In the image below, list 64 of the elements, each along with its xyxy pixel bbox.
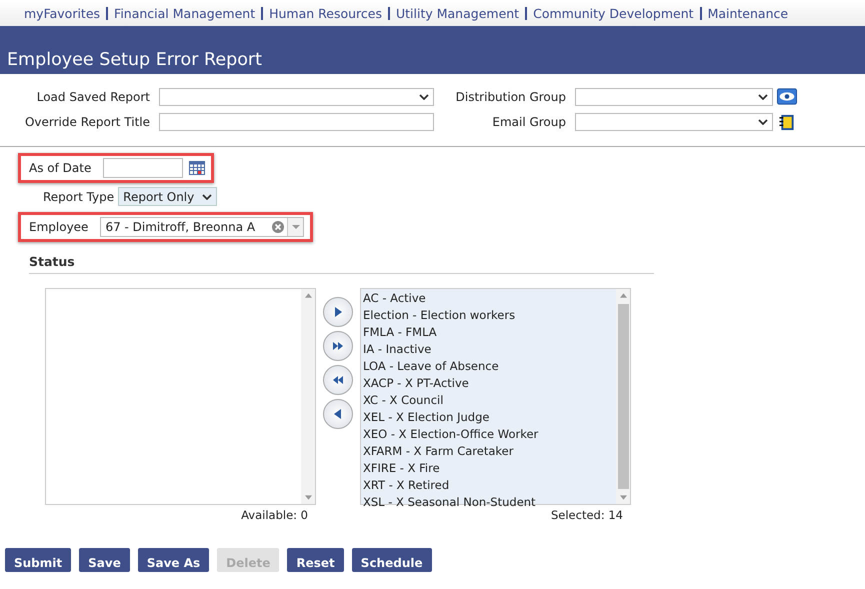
calendar-icon[interactable]	[189, 161, 206, 175]
list-option[interactable]: LOA - Leave of Absence	[363, 358, 614, 375]
chevron-icon	[202, 194, 212, 200]
report-dropdown[interactable]	[159, 88, 434, 106]
field-label: Report Type	[43, 190, 114, 204]
move-all-right-button[interactable]	[323, 331, 353, 361]
chevron-icon	[419, 94, 429, 100]
page-title: Employee Setup Error Report	[7, 50, 262, 70]
scroll-up-icon[interactable]	[304, 293, 312, 298]
nav-link[interactable]: Maintenance	[708, 6, 788, 20]
dropdown-toggle[interactable]	[287, 218, 304, 236]
field-label: As of Date	[29, 161, 92, 175]
chevron-icon	[758, 94, 768, 100]
employee-combobox[interactable]: 67 - Dimitroff, Breonna A	[100, 217, 304, 237]
list-option[interactable]: FMLA - FMLA	[363, 324, 614, 341]
nav-link[interactable]: myFavorites	[24, 6, 100, 20]
nav-link[interactable]: Financial Management	[114, 6, 256, 20]
nav-link[interactable]: Community Development	[533, 6, 694, 20]
list-option[interactable]: IA - Inactive	[363, 341, 614, 358]
selected-listbox[interactable]	[360, 288, 631, 505]
list-option[interactable]: XC - X Council	[363, 392, 614, 409]
move-all-left-button[interactable]	[323, 365, 353, 395]
nav-link[interactable]: Utility Management	[396, 6, 520, 20]
available-count: Available: 0	[241, 508, 309, 522]
list-option[interactable]: XSL - X Seasonal Non-Student	[363, 494, 614, 511]
chevron-icon	[758, 119, 768, 126]
field-label: Load Saved Report	[36, 90, 150, 104]
list-option[interactable]: XEO - X Election-Office Worker	[363, 426, 614, 443]
action-button[interactable]: Save	[79, 548, 130, 572]
double-left-icon	[332, 374, 344, 386]
action-button[interactable]: Submit	[5, 548, 72, 572]
eye-icon[interactable]	[777, 88, 797, 106]
nav-link[interactable]: Human Resources	[269, 6, 382, 20]
field-label: Email Group	[491, 115, 566, 130]
report-type-dropdown[interactable]: Report Only	[118, 187, 218, 206]
section-heading: Status	[29, 254, 654, 274]
scroll-down-icon[interactable]	[304, 495, 312, 500]
title-input-field[interactable]	[159, 113, 434, 132]
field-label: Employee	[29, 220, 88, 234]
clear-icon[interactable]	[272, 221, 284, 233]
field-label: Override Report Title	[24, 115, 150, 130]
scrollbar[interactable]	[616, 289, 630, 504]
caret-icon	[292, 225, 300, 229]
list-option[interactable]: AC - Active	[363, 290, 614, 307]
move-left-button[interactable]	[323, 399, 353, 429]
action-button[interactable]: Schedule	[352, 548, 432, 572]
double-right-icon	[332, 340, 344, 352]
move-right-button[interactable]	[323, 297, 353, 327]
selected-count: Selected: 14	[550, 508, 624, 522]
list-option[interactable]: XFARM - X Farm Caretaker	[363, 443, 614, 460]
list-option[interactable]: XACP - X PT-Active	[363, 375, 614, 392]
list-option[interactable]: XEL - X Election Judge	[363, 409, 614, 426]
action-button[interactable]: Reset	[287, 548, 344, 572]
scroll-up-icon[interactable]	[620, 293, 626, 298]
field-label: Distribution Group	[454, 90, 566, 104]
list-option[interactable]: XRT - X Retired	[363, 477, 614, 494]
list-option[interactable]: Election - Election workers	[363, 307, 614, 324]
action-button[interactable]: Save As	[138, 548, 210, 572]
scrollbar[interactable]	[301, 289, 315, 504]
left-triangle-icon	[332, 408, 344, 420]
scroll-down-icon[interactable]	[620, 495, 626, 500]
list-option[interactable]: XFIRE - X Fire	[363, 460, 614, 477]
date-input-field[interactable]	[103, 158, 184, 178]
right-triangle-icon	[332, 306, 344, 318]
